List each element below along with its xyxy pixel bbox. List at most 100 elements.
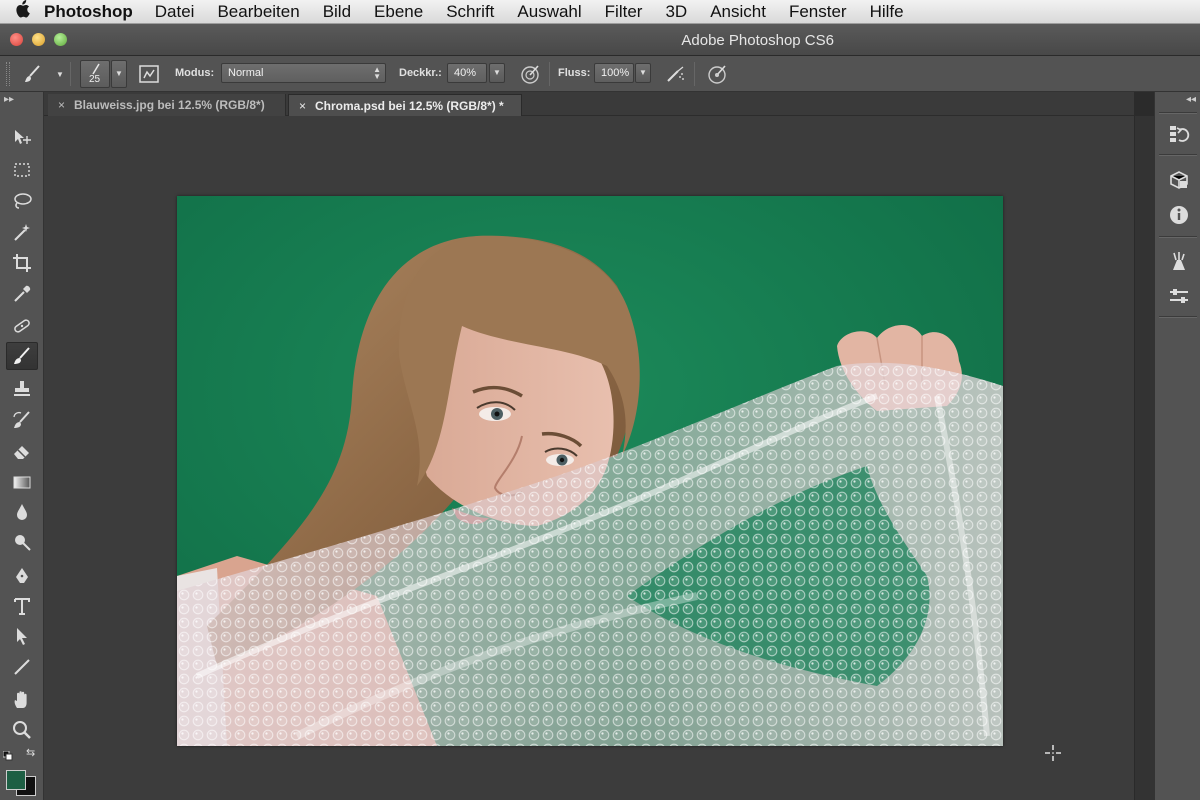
- menu-bearbeiten[interactable]: Bearbeiten: [217, 2, 299, 22]
- dock-divider: [1159, 112, 1197, 114]
- zoom-tool[interactable]: [6, 716, 38, 744]
- collapse-toolbar-icon[interactable]: ▸▸: [4, 94, 14, 105]
- dodge-tool[interactable]: [6, 528, 38, 556]
- fluss-dropdown-arrow[interactable]: ▼: [635, 63, 651, 83]
- modus-value: Normal: [228, 67, 264, 79]
- window-title-bar: Adobe Photoshop CS6: [0, 24, 1200, 56]
- modus-label: Modus:: [175, 67, 215, 79]
- options-divider: [694, 62, 695, 86]
- menu-bar: Photoshop Datei Bearbeiten Bild Ebene Sc…: [0, 0, 1200, 24]
- minimize-window-button[interactable]: [32, 33, 45, 46]
- menu-hilfe[interactable]: Hilfe: [870, 2, 904, 22]
- history-brush-tool[interactable]: [6, 406, 38, 434]
- hand-tool[interactable]: [6, 686, 38, 714]
- document-canvas[interactable]: [177, 196, 1003, 746]
- expand-panels-icon[interactable]: ◂◂: [1186, 94, 1196, 105]
- magic-wand-icon: [14, 224, 30, 241]
- bandage-icon: [14, 319, 30, 333]
- default-colors-icon[interactable]: [2, 748, 13, 761]
- brush-panel-icon[interactable]: [138, 63, 160, 85]
- close-window-button[interactable]: [10, 33, 23, 46]
- eraser-tool[interactable]: [6, 437, 38, 465]
- info-panel-icon[interactable]: [1167, 203, 1191, 227]
- healing-brush-tool[interactable]: [6, 312, 38, 340]
- menu-ansicht[interactable]: Ansicht: [710, 2, 766, 22]
- dock-divider: [1159, 154, 1197, 156]
- clone-stamp-tool[interactable]: [6, 375, 38, 403]
- document-tab-bar: × Blauweiss.jpg bei 12.5% (RGB/8*) × Chr…: [44, 92, 1134, 116]
- swap-colors-icon[interactable]: ⇆: [26, 746, 35, 759]
- airbrush-icon[interactable]: [664, 63, 686, 85]
- eyedropper-icon: [14, 285, 31, 302]
- move-tool[interactable]: [6, 124, 38, 152]
- deckkraft-input[interactable]: 40%: [447, 63, 487, 83]
- menu-auswahl[interactable]: Auswahl: [517, 2, 581, 22]
- eraser-icon: [14, 446, 29, 459]
- select-updown-icon: ▲ ▼: [373, 65, 381, 81]
- menu-ebene[interactable]: Ebene: [374, 2, 423, 22]
- canvas-area[interactable]: [44, 116, 1134, 800]
- apple-icon[interactable]: [0, 0, 44, 23]
- menu-app-name[interactable]: Photoshop: [44, 2, 133, 22]
- brush-icon: [14, 347, 30, 364]
- gradient-icon: [13, 476, 31, 489]
- menu-bild[interactable]: Bild: [323, 2, 351, 22]
- options-divider: [70, 62, 71, 86]
- properties-panel-icon[interactable]: [1167, 284, 1191, 308]
- magic-wand-tool[interactable]: [6, 218, 38, 246]
- menu-3d[interactable]: 3D: [665, 2, 687, 22]
- brush-tool[interactable]: [6, 342, 38, 370]
- photo-girl-with-bubble-wrap: [177, 196, 1003, 746]
- lasso-tool[interactable]: [6, 187, 38, 215]
- pen-tool[interactable]: [6, 562, 38, 590]
- arrow-pointer-icon: [17, 628, 27, 645]
- vertical-scrollbar[interactable]: [1134, 116, 1154, 800]
- stamp-icon: [14, 381, 30, 396]
- rectangle-marquee-icon: [14, 163, 30, 177]
- close-tab-icon[interactable]: ×: [299, 99, 306, 113]
- blur-tool[interactable]: [6, 498, 38, 526]
- fluss-input[interactable]: 100%: [594, 63, 634, 83]
- history-panel-icon[interactable]: [1167, 122, 1191, 146]
- magnifier-icon: [13, 721, 31, 739]
- brush-size-value: 25: [89, 74, 101, 85]
- menu-schrift[interactable]: Schrift: [446, 2, 494, 22]
- brush-tool-preset-icon[interactable]: [22, 63, 44, 85]
- tool-presets-icon[interactable]: [1167, 250, 1191, 274]
- document-tab-blauweiss[interactable]: × Blauweiss.jpg bei 12.5% (RGB/8*): [48, 94, 286, 116]
- type-tool[interactable]: [6, 592, 38, 620]
- pressure-size-icon[interactable]: [706, 63, 728, 85]
- gradient-tool[interactable]: [6, 468, 38, 496]
- marquee-tool[interactable]: [6, 156, 38, 184]
- menu-datei[interactable]: Datei: [155, 2, 195, 22]
- crop-tool[interactable]: [6, 249, 38, 277]
- line-tool[interactable]: [6, 653, 38, 681]
- brush-size-dropdown-arrow[interactable]: ▼: [111, 60, 127, 88]
- document-tab-chroma[interactable]: × Chroma.psd bei 12.5% (RGB/8*) *: [288, 94, 522, 116]
- deckkraft-dropdown-arrow[interactable]: ▼: [489, 63, 505, 83]
- path-selection-tool[interactable]: [6, 622, 38, 650]
- dock-divider: [1159, 236, 1197, 238]
- menu-filter[interactable]: Filter: [605, 2, 643, 22]
- fluss-label: Fluss:: [558, 67, 591, 79]
- line-icon: [14, 659, 30, 675]
- drop-icon: [17, 504, 27, 520]
- brush-size-picker[interactable]: 25: [80, 60, 110, 88]
- panel-dock: ◂◂: [1154, 92, 1200, 800]
- dock-divider: [1159, 316, 1197, 318]
- eyedropper-tool[interactable]: [6, 280, 38, 308]
- crop-icon: [13, 254, 31, 272]
- crosshair-cursor-icon: [1044, 744, 1062, 762]
- chevron-down-icon[interactable]: ▼: [56, 70, 64, 79]
- options-divider: [549, 62, 550, 86]
- modus-select[interactable]: Normal ▲ ▼: [221, 63, 386, 83]
- menu-fenster[interactable]: Fenster: [789, 2, 847, 22]
- zoom-window-button[interactable]: [54, 33, 67, 46]
- close-tab-icon[interactable]: ×: [58, 98, 65, 112]
- type-icon: [14, 598, 30, 615]
- pressure-opacity-icon[interactable]: [519, 63, 541, 85]
- hand-icon: [14, 691, 27, 708]
- 3d-panel-icon[interactable]: [1167, 168, 1191, 192]
- foreground-color-swatch[interactable]: [6, 770, 26, 790]
- options-bar-grip[interactable]: [6, 62, 10, 86]
